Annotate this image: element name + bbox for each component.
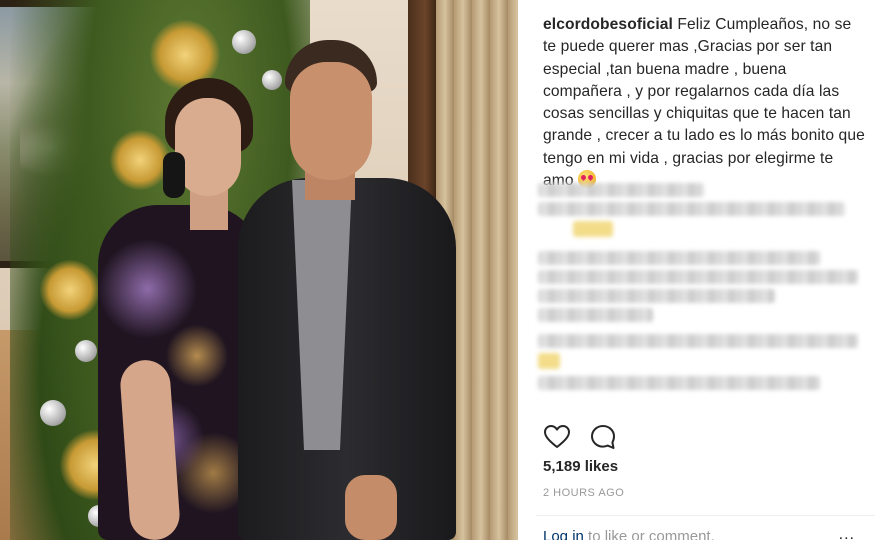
post-actions xyxy=(543,422,617,452)
comment-icon[interactable] xyxy=(589,423,617,451)
blurred-comment-line xyxy=(538,376,820,390)
post-timestamp[interactable]: 2 HOURS AGO xyxy=(543,487,624,499)
blurred-comment-line xyxy=(538,334,858,348)
blurred-comment-line xyxy=(538,183,705,197)
tree-ornament xyxy=(262,70,282,90)
blurred-comment-line xyxy=(538,221,858,243)
post-photo xyxy=(0,0,518,540)
tree-ornament xyxy=(75,340,97,362)
tree-decoration xyxy=(110,130,170,190)
login-link[interactable]: Log in xyxy=(543,528,584,540)
username-link[interactable]: elcordobesoficial xyxy=(543,16,673,33)
blurred-comment-line xyxy=(538,270,858,284)
blurred-emoji xyxy=(538,353,560,369)
caption-text: Feliz Cumpleaños, no se te puede querer … xyxy=(543,16,865,190)
likes-count[interactable]: 5,189 likes xyxy=(543,458,618,475)
heart-icon[interactable] xyxy=(543,423,571,451)
post-side-panel: elcordobesoficial Feliz Cumpleaños, no s… xyxy=(518,0,875,540)
blurred-comment-line xyxy=(538,353,858,371)
man-hand xyxy=(345,475,397,540)
login-prompt-text: to like or comment. xyxy=(583,528,715,540)
more-options-icon[interactable]: ... xyxy=(839,526,855,540)
blurred-emoji xyxy=(573,221,613,237)
blurred-comment-line xyxy=(538,251,820,265)
blurred-comment-line xyxy=(538,308,654,322)
tree-ornament xyxy=(40,400,66,426)
blurred-comment-line xyxy=(538,289,775,303)
earring xyxy=(163,152,185,198)
tree-decoration xyxy=(40,260,100,320)
divider xyxy=(536,515,875,516)
man-face xyxy=(290,62,372,180)
login-prompt: Log in to like or comment. xyxy=(543,528,715,540)
blurred-comments xyxy=(538,178,858,395)
tree-ornament xyxy=(232,30,256,54)
blurred-comment-line xyxy=(538,202,846,216)
post-caption: elcordobesoficial Feliz Cumpleaños, no s… xyxy=(543,14,865,192)
